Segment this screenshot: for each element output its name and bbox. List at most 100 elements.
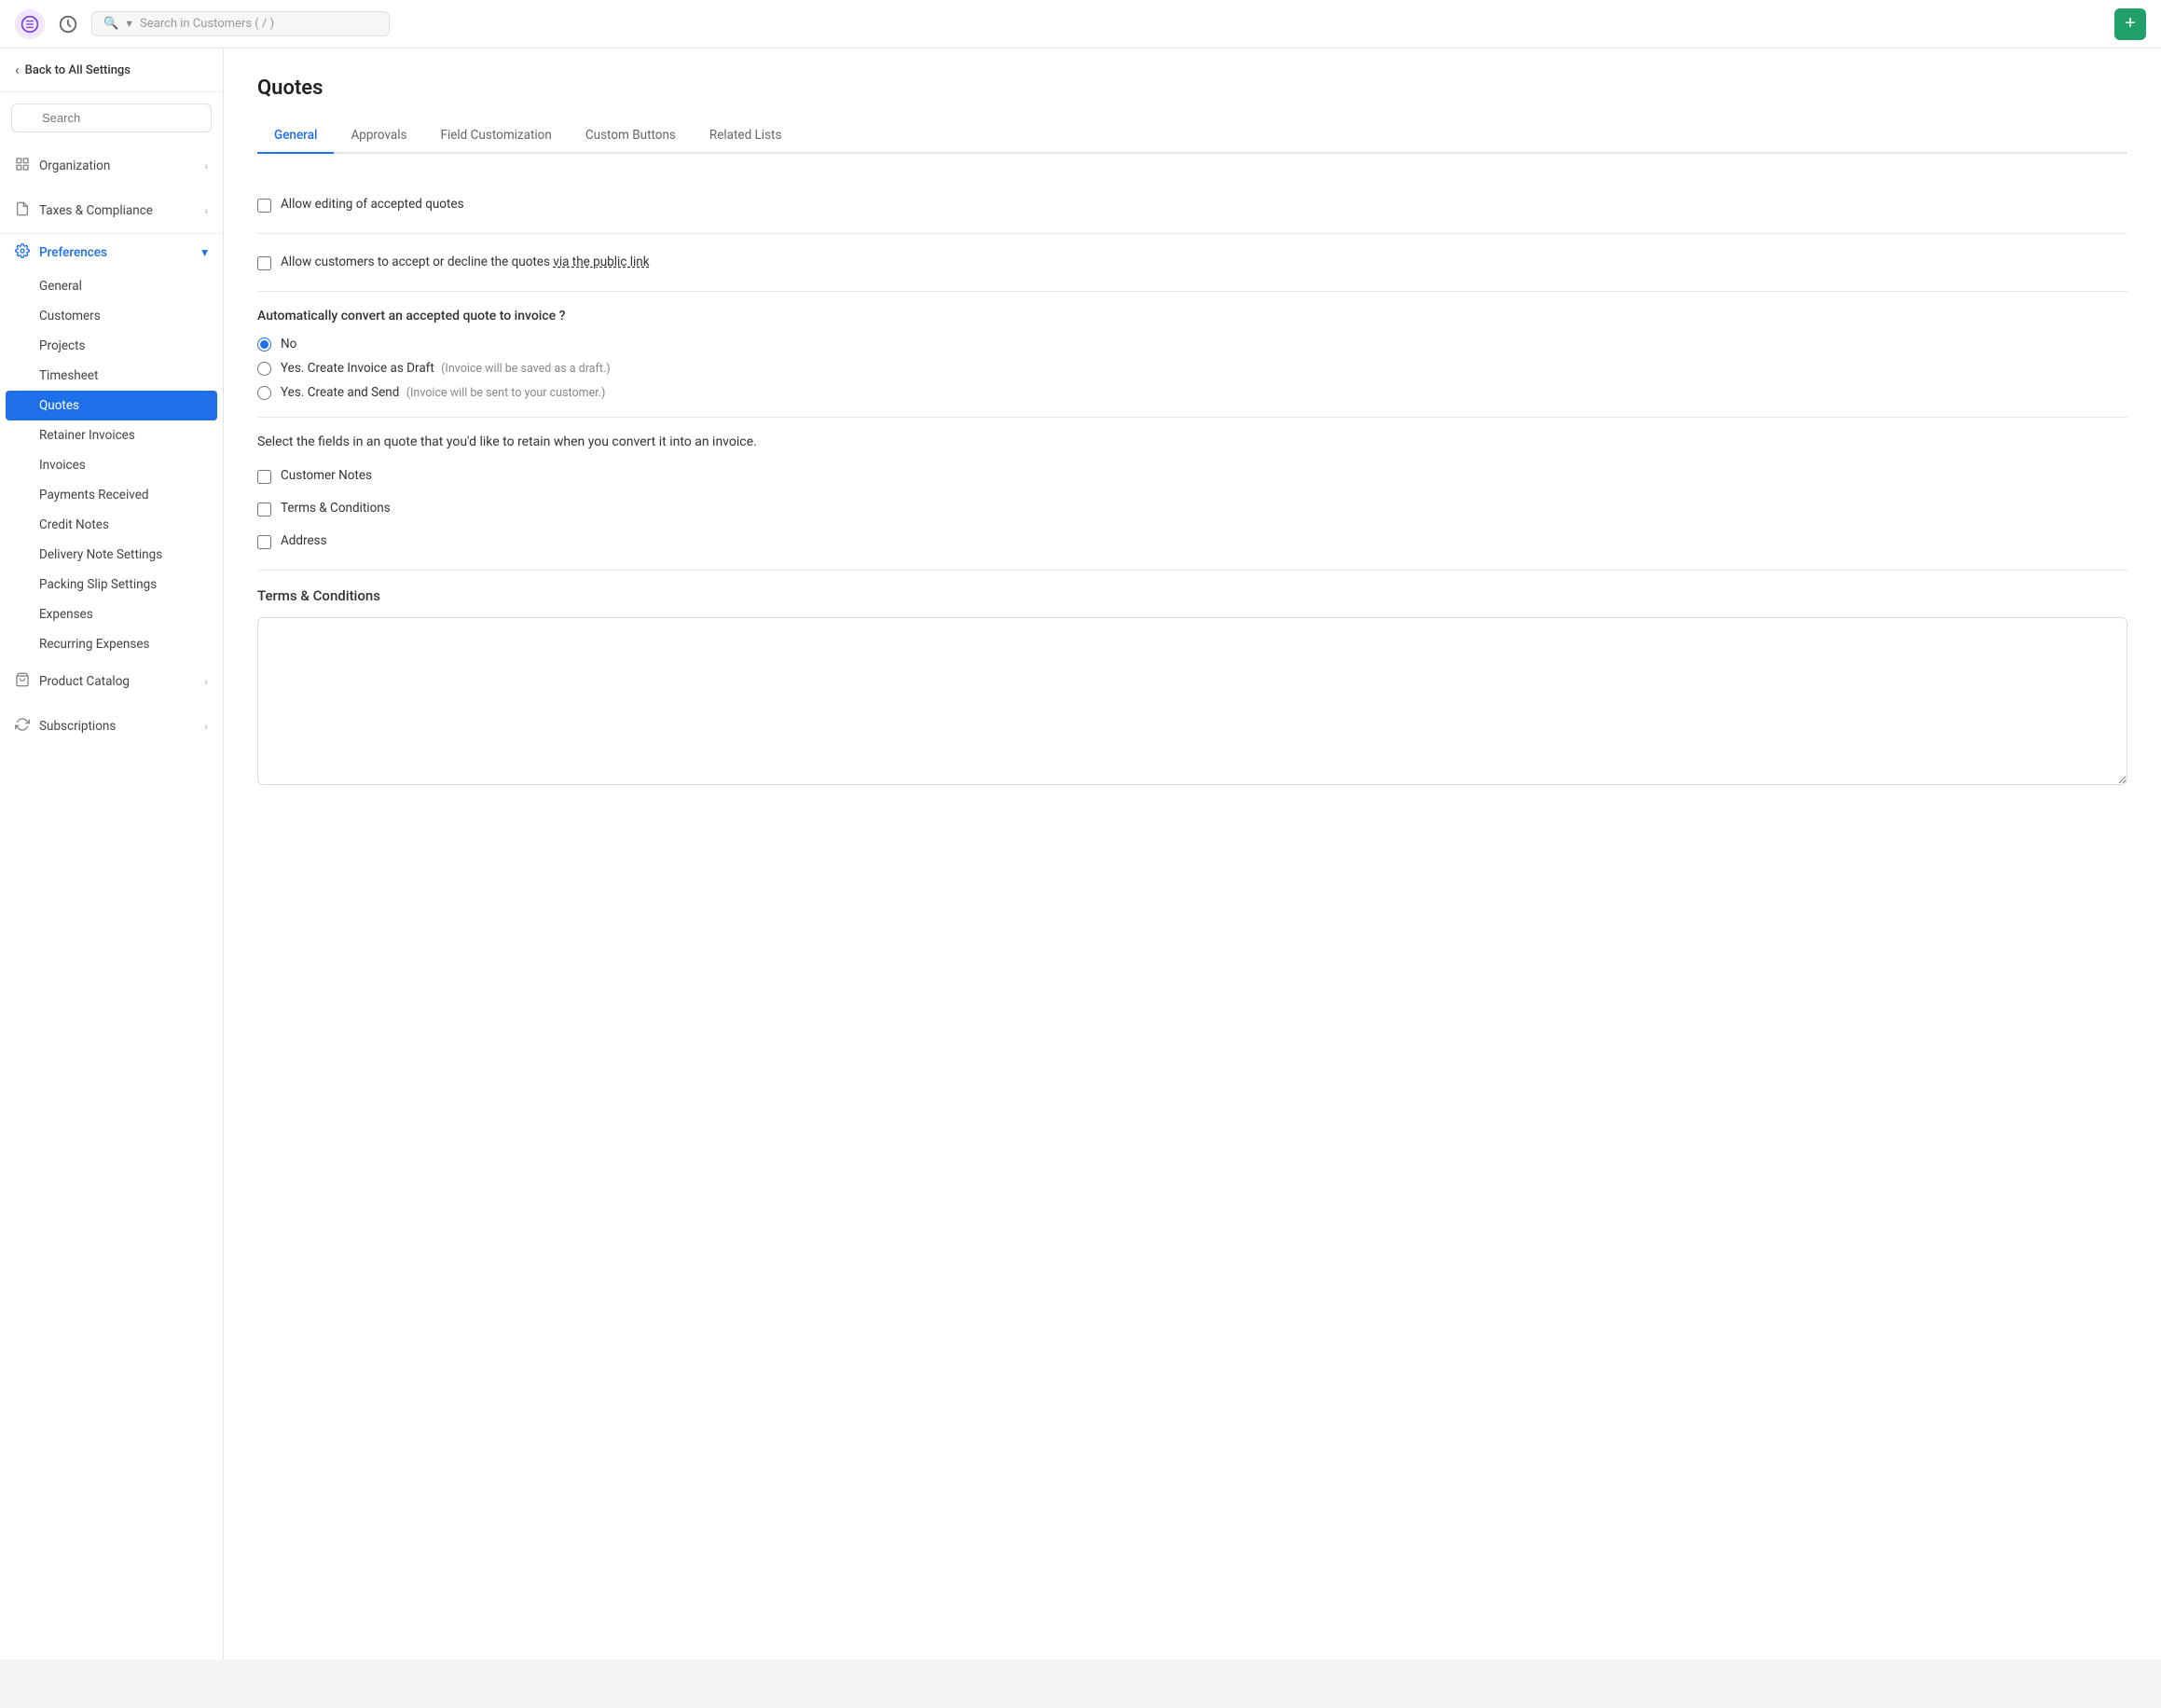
sidebar-subitem-general[interactable]: General — [0, 271, 223, 301]
sidebar-item-subscriptions[interactable]: Subscriptions › — [0, 708, 223, 745]
terms-section: Terms & Conditions — [257, 571, 2127, 806]
field-check-terms-conditions: Terms & Conditions — [257, 497, 2127, 520]
allow-editing-section: Allow editing of accepted quotes — [257, 176, 2127, 234]
sidebar-subitem-delivery-note-settings[interactable]: Delivery Note Settings — [0, 540, 223, 570]
radio-draft-label: Yes. Create Invoice as Draft (Invoice wi… — [281, 361, 611, 376]
global-search-bar[interactable]: 🔍 ▼ Search in Customers ( / ) — [91, 11, 390, 36]
subscriptions-icon — [15, 717, 30, 736]
back-to-settings-link[interactable]: ‹ Back to All Settings — [0, 48, 223, 92]
preferences-subitems: General Customers Projects Timesheet Quo… — [0, 271, 223, 659]
subscriptions-label: Subscriptions — [39, 719, 116, 734]
taxes-icon — [15, 201, 30, 220]
radio-no-label: No — [281, 337, 296, 351]
product-catalog-icon — [15, 672, 30, 691]
tab-related-lists[interactable]: Related Lists — [693, 118, 799, 154]
preferences-label: Preferences — [39, 245, 107, 260]
field-checks-group: Customer Notes Terms & Conditions Addres… — [257, 464, 2127, 553]
sidebar-section-product-catalog: Product Catalog › — [0, 659, 223, 704]
radio-send-label: Yes. Create and Send (Invoice will be se… — [281, 385, 605, 400]
back-link-label: Back to All Settings — [25, 63, 131, 77]
allow-editing-row: Allow editing of accepted quotes — [257, 193, 2127, 216]
sidebar-subitem-invoices[interactable]: Invoices — [0, 450, 223, 480]
allow-editing-checkbox[interactable] — [257, 199, 271, 213]
address-checkbox[interactable] — [257, 535, 271, 549]
auto-convert-radio-group: No Yes. Create Invoice as Draft (Invoice… — [257, 337, 2127, 400]
app-layout: ‹ Back to All Settings 🔍 Organization › — [0, 48, 2161, 1660]
preferences-collapse-icon: ▾ — [201, 245, 208, 260]
public-link-text: via the public link — [553, 255, 649, 269]
clock-icon — [54, 10, 82, 38]
organization-arrow-icon: › — [204, 159, 208, 172]
radio-send-sub: (Invoice will be sent to your customer.) — [406, 386, 606, 400]
sidebar-subitem-quotes[interactable]: Quotes — [6, 391, 217, 420]
radio-row-no: No — [257, 337, 2127, 351]
page-title: Quotes — [257, 76, 2127, 100]
sidebar-subitem-projects[interactable]: Projects — [0, 331, 223, 361]
sidebar: ‹ Back to All Settings 🔍 Organization › — [0, 48, 224, 1660]
allow-customers-row: Allow customers to accept or decline the… — [257, 251, 2127, 274]
address-label: Address — [281, 533, 327, 548]
sidebar-subitem-payments-received[interactable]: Payments Received — [0, 480, 223, 510]
organization-icon — [15, 157, 30, 175]
taxes-label: Taxes & Compliance — [39, 203, 153, 218]
sidebar-subitem-expenses[interactable]: Expenses — [0, 599, 223, 629]
sidebar-section-organization: Organization › — [0, 144, 223, 188]
organization-label: Organization — [39, 158, 110, 173]
terms-conditions-checkbox[interactable] — [257, 503, 271, 517]
radio-no[interactable] — [257, 337, 271, 351]
allow-editing-label: Allow editing of accepted quotes — [281, 197, 464, 212]
field-check-customer-notes: Customer Notes — [257, 464, 2127, 488]
radio-draft-sub: (Invoice will be saved as a draft.) — [441, 362, 610, 376]
sidebar-section-subscriptions: Subscriptions › — [0, 704, 223, 749]
sidebar-search-input[interactable] — [11, 103, 212, 132]
fields-retain-section: Select the fields in an quote that you'd… — [257, 418, 2127, 571]
sidebar-search-section: 🔍 — [0, 92, 223, 144]
topbar: 🔍 ▼ Search in Customers ( / ) + — [0, 0, 2161, 48]
allow-customers-checkbox[interactable] — [257, 256, 271, 270]
back-arrow-icon: ‹ — [15, 62, 20, 78]
tab-general[interactable]: General — [257, 118, 334, 154]
sidebar-item-product-catalog[interactable]: Product Catalog › — [0, 663, 223, 700]
sidebar-subitem-recurring-expenses[interactable]: Recurring Expenses — [0, 629, 223, 659]
radio-row-send: Yes. Create and Send (Invoice will be se… — [257, 385, 2127, 400]
customer-notes-checkbox[interactable] — [257, 470, 271, 484]
allow-customers-section: Allow customers to accept or decline the… — [257, 234, 2127, 292]
terms-conditions-label: Terms & Conditions — [281, 501, 391, 516]
radio-row-draft: Yes. Create Invoice as Draft (Invoice wi… — [257, 361, 2127, 376]
auto-convert-section: Automatically convert an accepted quote … — [257, 292, 2127, 418]
sidebar-subitem-customers[interactable]: Customers — [0, 301, 223, 331]
sidebar-subitem-credit-notes[interactable]: Credit Notes — [0, 510, 223, 540]
tab-custom-buttons[interactable]: Custom Buttons — [569, 118, 693, 154]
radio-draft[interactable] — [257, 362, 271, 376]
tabs-bar: General Approvals Field Customization Cu… — [257, 118, 2127, 154]
search-dropdown-arrow: ▼ — [124, 18, 134, 30]
sidebar-subitem-timesheet[interactable]: Timesheet — [0, 361, 223, 391]
terms-heading: Terms & Conditions — [257, 587, 2127, 604]
tab-field-customization[interactable]: Field Customization — [423, 118, 568, 154]
tab-approvals[interactable]: Approvals — [334, 118, 423, 154]
sidebar-subitem-packing-slip-settings[interactable]: Packing Slip Settings — [0, 570, 223, 599]
fields-heading: Select the fields in an quote that you'd… — [257, 434, 2127, 449]
sidebar-item-taxes[interactable]: Taxes & Compliance › — [0, 192, 223, 229]
sidebar-section-taxes: Taxes & Compliance › — [0, 188, 223, 233]
customer-notes-label: Customer Notes — [281, 468, 372, 483]
product-catalog-label: Product Catalog — [39, 674, 130, 689]
terms-textarea[interactable] — [257, 617, 2127, 785]
radio-send[interactable] — [257, 386, 271, 400]
field-check-address: Address — [257, 530, 2127, 553]
app-logo — [15, 9, 45, 39]
allow-customers-label: Allow customers to accept or decline the… — [281, 255, 650, 269]
preferences-icon — [15, 243, 30, 262]
sidebar-item-preferences[interactable]: Preferences ▾ — [0, 234, 223, 271]
search-icon: 🔍 — [103, 17, 118, 31]
product-catalog-arrow-icon: › — [204, 675, 208, 688]
sidebar-subitem-retainer-invoices[interactable]: Retainer Invoices — [0, 420, 223, 450]
add-button[interactable]: + — [2114, 8, 2146, 40]
subscriptions-arrow-icon: › — [204, 720, 208, 733]
search-placeholder-text: Search in Customers ( / ) — [140, 17, 378, 31]
taxes-arrow-icon: › — [204, 204, 208, 217]
main-content: Quotes General Approvals Field Customiza… — [224, 48, 2161, 1660]
sidebar-item-organization[interactable]: Organization › — [0, 147, 223, 185]
sidebar-section-preferences: Preferences ▾ General Customers Projects… — [0, 233, 223, 659]
auto-convert-heading: Automatically convert an accepted quote … — [257, 309, 2127, 324]
